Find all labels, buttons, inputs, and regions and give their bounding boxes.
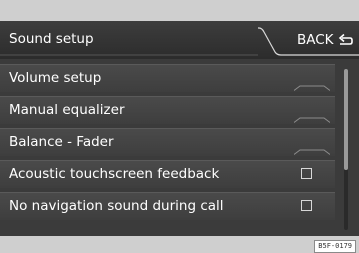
submenu-indicator-icon <box>294 117 330 123</box>
list-item-manual-equalizer[interactable]: Manual equalizer <box>0 96 335 124</box>
scrollbar-thumb[interactable] <box>344 69 348 170</box>
bottom-frame <box>0 236 359 253</box>
list-item-label: Volume setup <box>9 70 102 86</box>
no-navigation-sound-checkbox[interactable] <box>301 200 312 211</box>
list-item-label: Acoustic touchscreen feedback <box>9 166 220 182</box>
submenu-indicator-icon <box>294 149 330 155</box>
sound-setup-screen: Sound setup BACK Volume setup Manual equ… <box>0 0 359 253</box>
header-bar: Sound setup BACK <box>0 21 359 59</box>
figure-code: B5F-0179 <box>314 240 356 253</box>
list-item-volume-setup[interactable]: Volume setup <box>0 64 335 92</box>
page-title: Sound setup <box>9 31 94 47</box>
list-item-acoustic-touchscreen-feedback[interactable]: Acoustic touchscreen feedback <box>0 160 335 188</box>
list-item-no-navigation-sound[interactable]: No navigation sound during call <box>0 192 335 220</box>
back-label: BACK <box>297 32 334 48</box>
submenu-indicator-icon <box>294 85 330 91</box>
list-item-label: Balance - Fader <box>9 134 114 150</box>
list-item-label: Manual equalizer <box>9 102 125 118</box>
list-item-label: No navigation sound during call <box>9 198 224 214</box>
list-item-balance-fader[interactable]: Balance - Fader <box>0 128 335 156</box>
back-button[interactable]: BACK <box>282 29 356 51</box>
return-arrow-icon <box>338 33 353 45</box>
top-frame <box>0 0 359 21</box>
acoustic-feedback-checkbox[interactable] <box>301 168 312 179</box>
scrollbar[interactable] <box>344 69 348 230</box>
